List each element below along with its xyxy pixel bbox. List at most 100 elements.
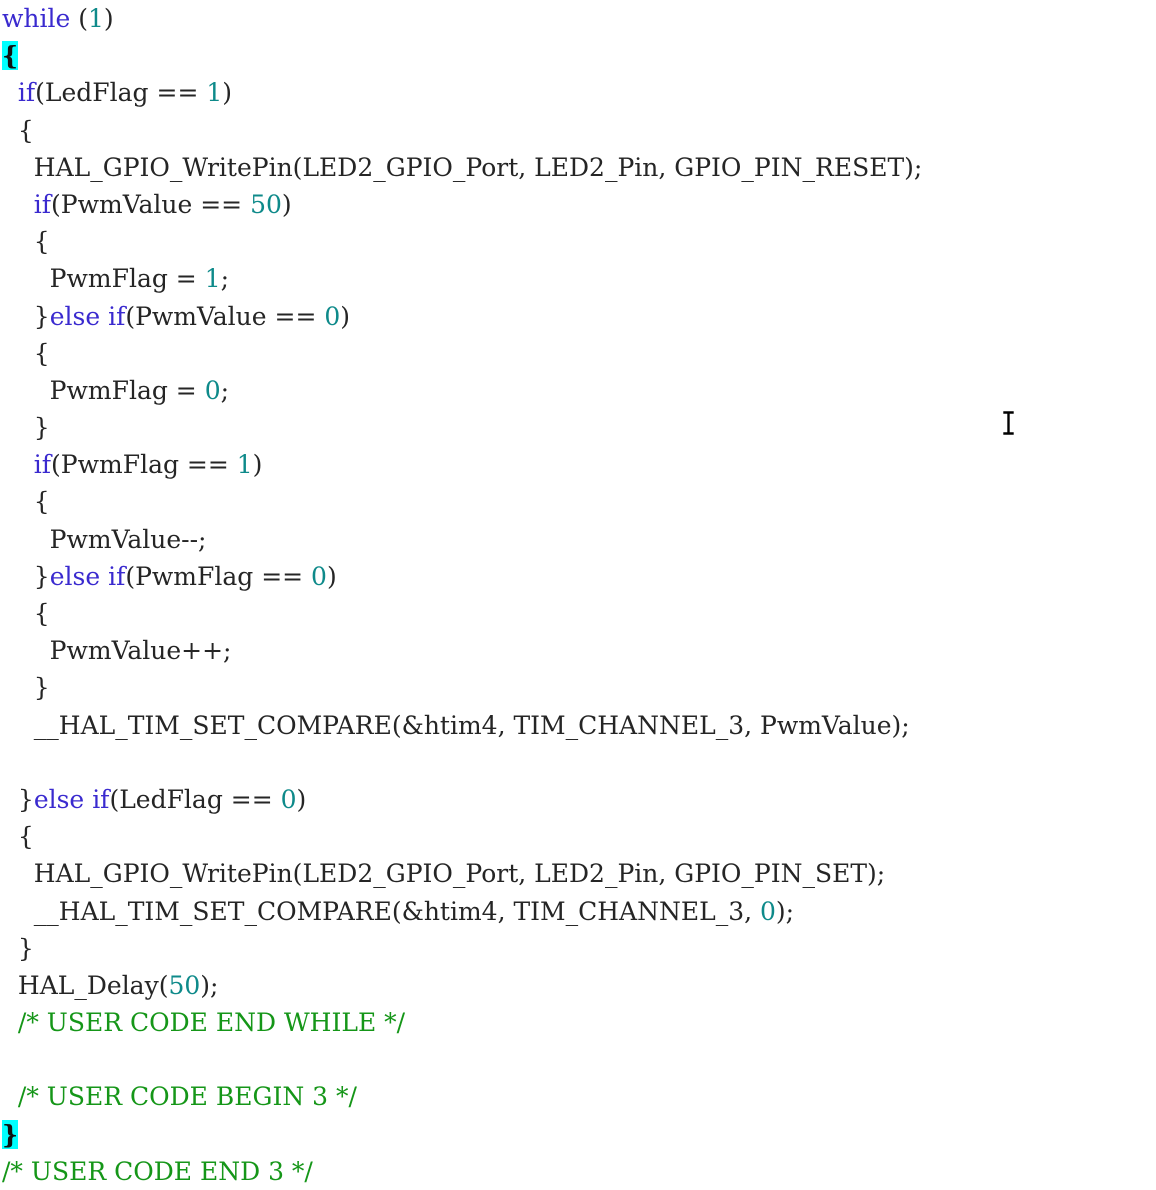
code-token-plain: HAL_GPIO_WritePin(LED2_GPIO_Port, LED2_P… <box>2 859 886 889</box>
code-line[interactable]: PwmFlag = 0; <box>0 372 1156 409</box>
code-token-number: 1 <box>88 4 104 33</box>
code-token-plain: } <box>2 301 50 331</box>
code-line[interactable]: PwmValue++; <box>0 632 1156 669</box>
code-line[interactable]: } <box>0 930 1156 967</box>
code-token-number: 0 <box>280 784 297 814</box>
code-token-plain: PwmValue--; <box>2 524 207 554</box>
code-line[interactable] <box>0 744 1156 781</box>
code-token-plain: __HAL_TIM_SET_COMPARE(&htim4, TIM_CHANNE… <box>2 710 910 740</box>
code-line[interactable]: __HAL_TIM_SET_COMPARE(&htim4, TIM_CHANNE… <box>0 707 1156 744</box>
code-token-plain: ; <box>220 375 230 405</box>
code-token-plain: } <box>2 413 50 443</box>
code-token-plain: { <box>2 338 50 368</box>
code-token-number: 0 <box>311 561 327 591</box>
code-token-plain: { <box>2 115 34 145</box>
code-line[interactable]: { <box>0 595 1156 632</box>
code-line[interactable]: }else if(LedFlag == 0) <box>0 781 1156 818</box>
code-token-plain: ); <box>775 896 795 926</box>
code-line[interactable]: if(PwmValue == 50) <box>0 186 1156 223</box>
code-token-plain: ( <box>70 4 88 33</box>
code-token-keyword: if <box>108 301 126 331</box>
code-token-plain: (PwmValue == <box>125 301 325 331</box>
code-token-plain: PwmValue++; <box>2 636 232 666</box>
code-line[interactable]: HAL_GPIO_WritePin(LED2_GPIO_Port, LED2_P… <box>0 855 1156 892</box>
code-token-comment: /* USER CODE BEGIN 3 */ <box>17 1082 357 1112</box>
code-line[interactable]: PwmFlag = 1; <box>0 260 1156 297</box>
code-token-plain: (LedFlag == <box>109 784 281 814</box>
code-token-number: 1 <box>236 450 253 480</box>
code-token-keyword: else <box>49 561 101 591</box>
code-token-plain: (PwmFlag == <box>125 561 312 591</box>
code-token-plain: ) <box>281 189 292 219</box>
code-line[interactable]: HAL_GPIO_WritePin(LED2_GPIO_Port, LED2_P… <box>0 149 1156 186</box>
code-token-plain: { <box>2 599 50 628</box>
code-token-number: 0 <box>324 301 341 331</box>
code-line[interactable]: HAL_Delay(50); <box>0 967 1156 1004</box>
code-token-plain: __HAL_TIM_SET_COMPARE(&htim4, TIM_CHANNE… <box>2 896 761 926</box>
code-token-keyword: if <box>92 784 110 814</box>
code-token-plain: (PwmFlag == <box>51 450 237 480</box>
code-token-keyword: if <box>108 561 126 591</box>
code-token-number: 0 <box>204 375 221 405</box>
code-token-plain: ) <box>103 4 114 33</box>
code-line[interactable]: { <box>0 112 1156 149</box>
code-token-plain: { <box>2 487 50 517</box>
code-token-plain: PwmFlag = <box>2 375 205 405</box>
code-token-number: 50 <box>250 189 282 219</box>
code-token-plain: ) <box>340 301 351 331</box>
code-token-plain: (PwmValue == <box>51 189 251 219</box>
code-token-number: 1 <box>206 78 223 108</box>
code-line[interactable]: }else if(PwmValue == 0) <box>0 298 1156 335</box>
code-line[interactable]: } <box>0 409 1156 446</box>
code-line[interactable]: /* USER CODE BEGIN 3 */ <box>0 1078 1156 1115</box>
code-token-plain: } <box>2 933 34 963</box>
code-line[interactable]: { <box>0 818 1156 855</box>
code-line[interactable]: __HAL_TIM_SET_COMPARE(&htim4, TIM_CHANNE… <box>0 893 1156 930</box>
code-token-plain: ) <box>222 78 233 108</box>
code-token-plain: ) <box>326 561 337 591</box>
code-token-number: 0 <box>760 896 776 926</box>
code-token-plain: PwmFlag = <box>2 264 205 294</box>
code-line[interactable]: /* USER CODE END 3 */ <box>0 1153 1156 1190</box>
code-token-number: 1 <box>204 264 221 294</box>
code-token-plain: HAL_Delay( <box>2 970 169 1000</box>
code-line[interactable]: PwmValue--; <box>0 521 1156 558</box>
code-token-keyword: if <box>33 189 52 219</box>
code-token-keyword: if <box>33 450 52 480</box>
code-line[interactable]: /* USER CODE END WHILE */ <box>0 1004 1156 1041</box>
code-token-plain: HAL_GPIO_WritePin(LED2_GPIO_Port, LED2_P… <box>2 152 923 182</box>
code-line[interactable]: if(LedFlag == 1) <box>0 74 1156 111</box>
code-token-plain: } <box>2 673 50 703</box>
code-line[interactable]: } <box>0 1116 1156 1153</box>
code-line[interactable]: if(PwmFlag == 1) <box>0 446 1156 483</box>
code-line[interactable]: { <box>0 37 1156 74</box>
code-token-plain: ); <box>200 970 219 1000</box>
code-line[interactable] <box>0 1041 1156 1078</box>
code-line[interactable]: }else if(PwmFlag == 0) <box>0 558 1156 595</box>
code-token-matching-brace: { <box>2 41 19 71</box>
code-line[interactable]: { <box>0 483 1156 520</box>
code-line[interactable]: { <box>0 223 1156 260</box>
code-token-plain: { <box>2 822 34 852</box>
code-line[interactable]: } <box>0 669 1156 706</box>
code-token-plain: { <box>2 227 50 257</box>
code-token-plain: (LedFlag == <box>35 78 207 108</box>
code-line[interactable]: while (1) <box>0 0 1156 37</box>
code-token-matching-brace: } <box>2 1119 19 1149</box>
code-line[interactable]: { <box>0 335 1156 372</box>
code-token-plain: } <box>2 561 50 591</box>
code-token-keyword: else <box>33 784 85 814</box>
code-token-comment: /* USER CODE END 3 */ <box>2 1156 313 1186</box>
code-token-plain: ; <box>220 264 230 294</box>
code-token-plain: ) <box>252 450 263 480</box>
code-editor-surface[interactable]: while (1){ if(LedFlag == 1) { HAL_GPIO_W… <box>0 0 1156 1186</box>
code-token-keyword: else <box>49 301 101 331</box>
